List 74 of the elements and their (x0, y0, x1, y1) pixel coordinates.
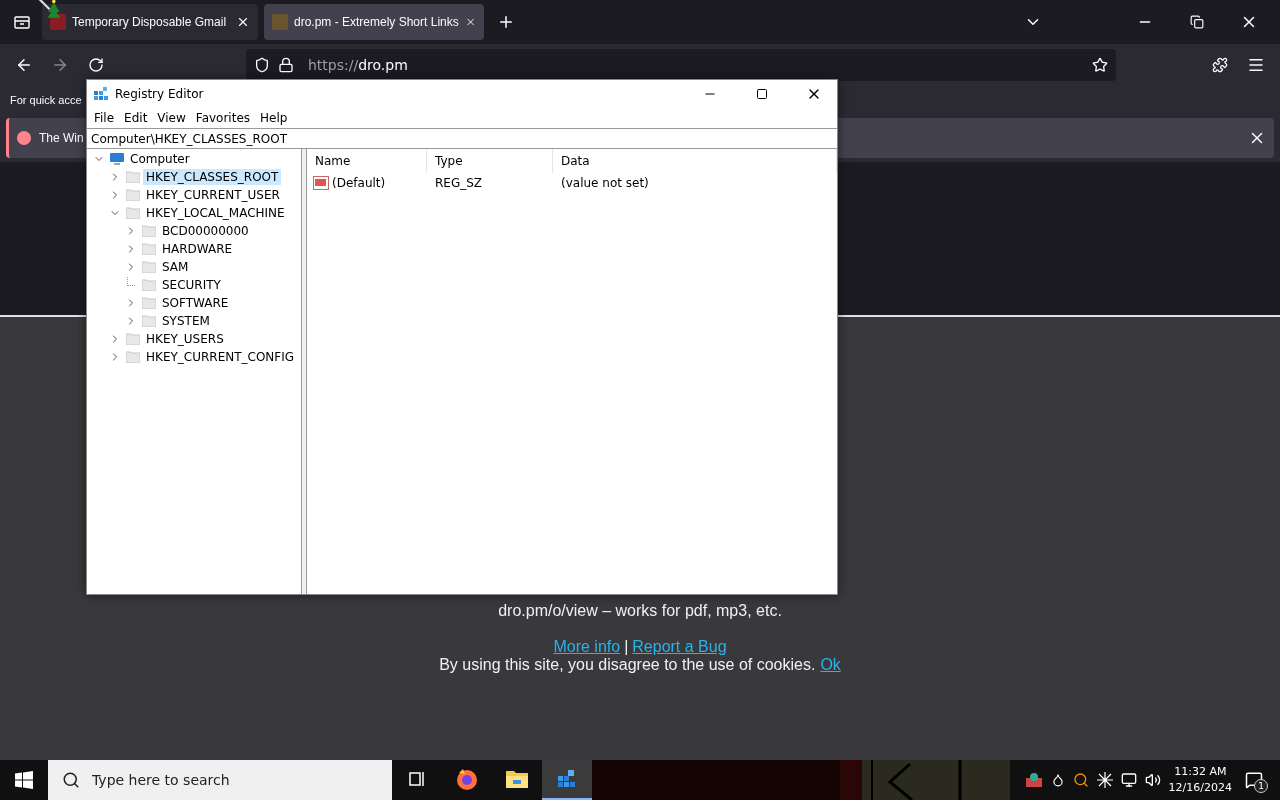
window-title: Registry Editor (115, 87, 205, 101)
search-field[interactable]: Type here to search (48, 760, 392, 800)
tree-item[interactable]: SECURITY (159, 277, 224, 293)
volume-icon (1144, 772, 1161, 788)
favicon-icon (272, 14, 288, 30)
close-icon[interactable] (236, 15, 250, 29)
windows-logo-icon (15, 771, 33, 789)
report-bug-link[interactable]: Report a Bug (632, 638, 727, 656)
folder-icon (126, 189, 140, 201)
lock-icon (278, 57, 294, 73)
maximize-icon (756, 88, 768, 100)
tree-item[interactable]: Computer (127, 151, 193, 167)
tree-item[interactable]: SYSTEM (159, 313, 213, 329)
browser-tab[interactable]: dro.pm - Extremely Short Links (264, 4, 484, 40)
column-header[interactable]: Name (307, 149, 427, 173)
registry-icon (93, 86, 109, 102)
tree-item[interactable]: SOFTWARE (159, 295, 232, 311)
folder-icon (142, 225, 156, 237)
table-cell: (Default) (332, 176, 386, 190)
network-icon (1120, 772, 1137, 788)
string-value-icon (313, 176, 329, 190)
tip-text: dro.pm/o/view – works for pdf, mp3, etc. (498, 602, 782, 620)
folder-icon (142, 297, 156, 309)
alert-icon (17, 131, 31, 145)
tree-item[interactable]: HARDWARE (159, 241, 236, 257)
separator-text: | (624, 638, 629, 656)
bookmarks-hint: For quick acce (10, 94, 82, 106)
tree-item[interactable]: HKEY_CURRENT_USER (143, 187, 283, 203)
task-view-icon (408, 771, 426, 787)
column-header[interactable]: Type (427, 149, 553, 173)
cookie-notice: By using this site, you disagree to the use of cookies. (439, 656, 816, 674)
table-cell: REG_SZ (435, 176, 483, 190)
url-text: https://dro.pm (308, 57, 408, 73)
shield-icon (254, 57, 270, 73)
folder-icon (142, 261, 156, 273)
menu-item[interactable]: View (152, 111, 191, 125)
clock[interactable]: 11:32 AM 12/16/2024 (1168, 764, 1232, 796)
folder-icon (126, 171, 140, 183)
notification-center-button[interactable]: 1 (1240, 765, 1268, 795)
column-header[interactable]: Data (553, 149, 837, 173)
registry-icon (556, 768, 578, 790)
message-icon (1245, 771, 1263, 789)
tree-item[interactable]: HKEY_CLASSES_ROOT (143, 169, 282, 185)
notification-count: 1 (1254, 779, 1268, 793)
menu-item[interactable]: Help (255, 111, 293, 125)
notification-text: The Win (39, 131, 84, 145)
menu-item[interactable]: Favorites (190, 111, 256, 125)
tree-item[interactable]: HKEY_USERS (143, 331, 227, 347)
more-info-link[interactable]: More info (553, 638, 621, 656)
folder-icon (142, 279, 156, 291)
bookmark-star-icon[interactable] (1092, 57, 1108, 73)
droplet-icon (1050, 773, 1065, 787)
folder-icon (126, 351, 140, 363)
folder-icon (142, 315, 156, 327)
tree-item[interactable]: SAM (159, 259, 192, 275)
address-field[interactable]: Computer\HKEY_CLASSES_ROOT (87, 128, 837, 149)
tree-item[interactable]: HKEY_LOCAL_MACHINE (143, 205, 288, 221)
folder-icon (126, 333, 140, 345)
table-cell: (value not set) (561, 176, 649, 190)
tree-item[interactable]: HKEY_CURRENT_CONFIG (143, 349, 298, 365)
folder-icon (142, 243, 156, 255)
computer-icon (109, 152, 125, 166)
menu-item[interactable]: Edit (119, 111, 153, 125)
menu-item[interactable]: File (89, 111, 120, 125)
ok-link[interactable]: Ok (820, 656, 841, 674)
search-icon (62, 771, 80, 789)
tree-item[interactable]: BCD00000000 (159, 223, 252, 239)
sparkle-icon (1096, 772, 1113, 788)
address-bar[interactable]: https://dro.pm (246, 49, 1116, 81)
browser-icon (455, 767, 479, 791)
folder-icon (505, 769, 529, 789)
folder-icon (126, 207, 140, 219)
tree-line-icon (127, 276, 135, 286)
magnifier-icon (1072, 772, 1089, 788)
